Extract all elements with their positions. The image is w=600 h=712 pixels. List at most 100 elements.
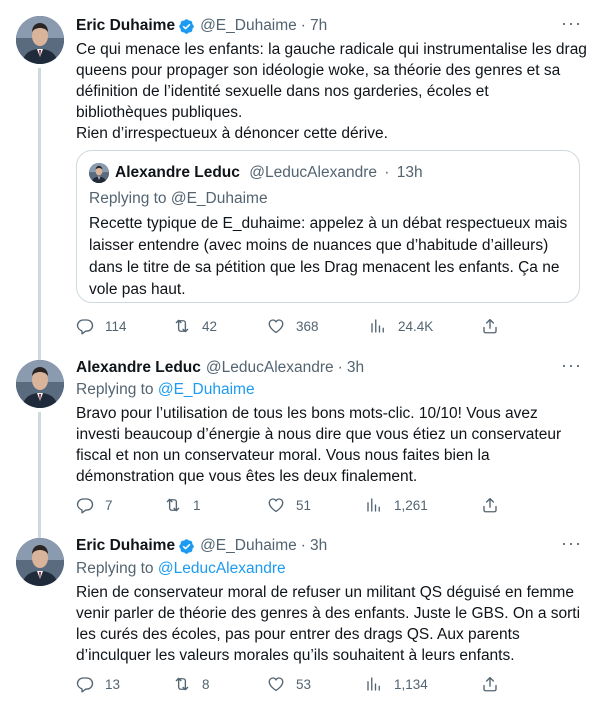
tweet-header: Alexandre Leduc @LeducAlexandre · 3h (76, 358, 364, 378)
thread-line (38, 68, 41, 350)
quoted-text-line: laisser entendre (avec moins de nuances … (89, 237, 549, 254)
reply-icon (76, 677, 94, 693)
tweet-text-line: queens pour propager son idéologie woke,… (76, 62, 561, 79)
tweet-actions: 114 42 368 24.4K (76, 316, 506, 336)
tweet-header: Eric Duhaime @E_Duhaime · 7h (76, 16, 327, 36)
like-count: 53 (296, 676, 312, 692)
views-button[interactable]: 1,261 (365, 495, 428, 515)
thread-line (38, 530, 41, 538)
reply-icon (76, 498, 94, 514)
share-icon (483, 318, 497, 334)
timestamp[interactable]: 3h (310, 536, 327, 556)
like-icon (268, 319, 284, 334)
views-button[interactable]: 1,134 (365, 674, 428, 694)
avatar[interactable] (16, 16, 64, 64)
reply-count: 114 (105, 318, 127, 334)
tweet-text-line: d’inculquer les valeurs morales qu’ils s… (76, 647, 515, 664)
like-icon (268, 677, 284, 692)
tweet-header: Eric Duhaime @E_Duhaime · 3h (76, 536, 327, 556)
tweet-actions: 13 8 53 1,134 (76, 674, 506, 694)
more-icon[interactable]: ··· (561, 14, 582, 32)
quoted-header: Alexandre Leduc @LeducAlexandre · 13h (115, 162, 423, 184)
thread-line (38, 350, 41, 360)
retweet-button[interactable]: 42 (173, 316, 217, 336)
retweet-icon (175, 319, 189, 333)
tweet-text-line: démonstration que vous êtes les deux fin… (76, 468, 418, 485)
tweet-text-line: Ce qui menace les enfants: la gauche rad… (76, 41, 587, 58)
retweet-button[interactable]: 8 (173, 674, 210, 694)
replying-to: Replying to @LeducAlexandre (76, 559, 286, 579)
separator: · (384, 164, 390, 181)
share-button[interactable] (481, 674, 499, 694)
reply-count: 13 (105, 676, 121, 692)
replying-to: Replying to @E_Duhaime (76, 380, 255, 400)
author-name[interactable]: Alexandre Leduc (76, 358, 201, 378)
reply-count: 7 (105, 497, 113, 513)
tweet-text: Bravo pour l’utilisation de tous les bon… (76, 403, 586, 487)
quoted-tweet[interactable]: Alexandre Leduc @LeducAlexandre · 13h Re… (76, 150, 580, 303)
share-icon (483, 497, 497, 513)
tweet-3[interactable]: Eric Duhaime @E_Duhaime · 3h ··· Replyin… (0, 530, 600, 712)
tweet-text-line: Rien de conservateur moral de refuser un… (76, 584, 574, 601)
tweet-1[interactable]: Eric Duhaime @E_Duhaime · 7h ··· Ce qui … (0, 0, 600, 350)
author-handle[interactable]: @E_Duhaime (200, 16, 297, 36)
replying-label: Replying to (76, 560, 154, 577)
views-button[interactable]: 24.4K (369, 316, 433, 336)
avatar[interactable] (16, 538, 64, 586)
share-button[interactable] (481, 495, 499, 515)
tweet-text-line: les curés des écoles, pas pour entrer de… (76, 626, 520, 643)
replying-label: Replying to (76, 381, 154, 398)
quoted-text: Recette typique de E_duhaime: appelez à … (89, 213, 569, 301)
tweet-text-line: investi beaucoup d’énergie à nous dire q… (76, 426, 562, 443)
reply-button[interactable]: 7 (76, 495, 113, 515)
more-icon[interactable]: ··· (561, 534, 582, 552)
share-button[interactable] (481, 316, 499, 336)
retweet-count: 1 (193, 497, 201, 513)
timestamp[interactable]: 7h (310, 16, 327, 36)
avatar[interactable] (16, 360, 64, 408)
replying-label: Replying to (89, 190, 167, 207)
verified-badge-icon (178, 538, 195, 555)
reply-button[interactable]: 114 (76, 316, 127, 336)
author-name[interactable]: Eric Duhaime (76, 16, 175, 36)
quoted-text-line: vole pas haut. (89, 281, 186, 298)
like-icon (268, 498, 284, 513)
separator: · (300, 17, 306, 34)
timestamp[interactable]: 3h (347, 358, 364, 378)
tweet-text-line: Rien d’irrespectueux à dénoncer cette dé… (76, 125, 388, 142)
verified-badge-icon (178, 18, 195, 35)
views-count: 1,134 (394, 676, 428, 692)
like-button[interactable]: 51 (267, 495, 311, 515)
retweet-count: 8 (202, 676, 210, 692)
quoted-author-handle: @LeducAlexandre (249, 164, 377, 181)
views-icon (367, 498, 380, 512)
tweet-text-line: définition de l’identité sexuelle dans n… (76, 83, 489, 100)
reply-button[interactable]: 13 (76, 674, 120, 694)
replying-mention: @E_Duhaime (170, 190, 268, 207)
more-icon[interactable]: ··· (561, 356, 582, 374)
separator: · (300, 537, 306, 554)
share-icon (483, 676, 497, 692)
thread-line (38, 412, 41, 530)
replying-mention[interactable]: @E_Duhaime (158, 381, 255, 398)
tweet-text: Rien de conservateur moral de refuser un… (76, 582, 586, 666)
replying-mention[interactable]: @LeducAlexandre (158, 560, 286, 577)
quoted-author-name: Alexandre Leduc (115, 164, 240, 181)
like-count: 368 (296, 318, 319, 334)
tweet-text-line: Bravo pour l’utilisation de tous les bon… (76, 405, 538, 422)
retweet-count: 42 (202, 318, 218, 334)
author-name[interactable]: Eric Duhaime (76, 536, 175, 556)
tweet-text-line: fiscal et non un conservateur moral. Vou… (76, 447, 490, 464)
separator: · (337, 359, 343, 376)
like-button[interactable]: 53 (267, 674, 311, 694)
quoted-timestamp: 13h (396, 164, 423, 181)
retweet-icon (175, 677, 189, 691)
quoted-text-line: Recette typique de E_duhaime: appelez à … (89, 215, 568, 232)
author-handle[interactable]: @LeducAlexandre (206, 358, 334, 378)
like-count: 51 (296, 497, 312, 513)
tweet-2[interactable]: Alexandre Leduc @LeducAlexandre · 3h ···… (0, 350, 600, 530)
like-button[interactable]: 368 (267, 316, 319, 336)
retweet-button[interactable]: 1 (164, 495, 201, 515)
author-handle[interactable]: @E_Duhaime (200, 536, 297, 556)
tweet-text: Ce qui menace les enfants: la gauche rad… (76, 39, 587, 144)
